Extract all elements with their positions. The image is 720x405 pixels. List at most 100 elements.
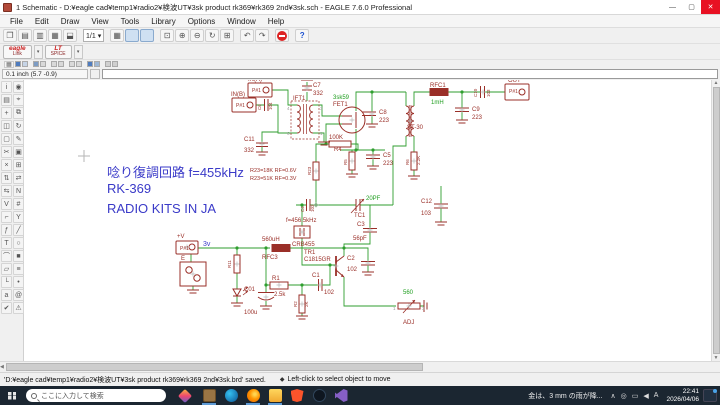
schematic-label[interactable]: C8: [379, 110, 387, 116]
schematic-label[interactable]: 唸り復調回路 f=455kHz: [107, 165, 244, 180]
schematic-label[interactable]: 103: [421, 211, 432, 217]
board-button[interactable]: ⬓: [63, 29, 77, 42]
schematic-label[interactable]: E: [181, 256, 185, 262]
save-button[interactable]: ▤: [18, 29, 32, 42]
hidden-icons-chevron[interactable]: ∧: [611, 392, 616, 400]
schematic-label[interactable]: 103: [310, 204, 315, 212]
layer-color-swatch[interactable]: [69, 61, 75, 67]
menu-options[interactable]: Options: [182, 17, 222, 26]
schematic-label[interactable]: IN(B): [231, 92, 245, 98]
schematic-label[interactable]: R2: [293, 301, 298, 307]
layer-color-swatch[interactable]: [33, 61, 39, 67]
vertical-scrollbar[interactable]: ▲ ▼: [711, 80, 720, 361]
taskbar-app-explorer[interactable]: [264, 386, 286, 405]
schematic-label[interactable]: 100u: [244, 310, 257, 316]
open-button[interactable]: ❐: [3, 29, 17, 42]
copy-tool[interactable]: ⧉: [13, 107, 24, 119]
layer-color-swatch[interactable]: [94, 61, 100, 67]
schematic-label[interactable]: P#1: [252, 88, 261, 94]
sheet-thumb-2[interactable]: [140, 29, 155, 42]
menu-file[interactable]: File: [4, 17, 29, 26]
gateswap-tool[interactable]: ⇆: [1, 185, 12, 197]
schematic-label[interactable]: 1: [393, 306, 396, 311]
miter-tool[interactable]: ⌐: [1, 211, 12, 223]
schematic-label[interactable]: 3sk59: [333, 95, 350, 101]
minimize-button[interactable]: —: [663, 0, 682, 14]
scroll-up-icon[interactable]: ▲: [714, 80, 719, 86]
eagle-link-button[interactable]: eagle Link: [3, 44, 32, 59]
schematic-label[interactable]: 2K: [304, 301, 309, 307]
schematic-label[interactable]: R23: [307, 166, 312, 175]
layer-color-swatch[interactable]: [58, 61, 64, 67]
schematic-label[interactable]: ST-30: [407, 125, 424, 131]
erc-tool[interactable]: ✔: [1, 302, 12, 314]
pinswap-tool[interactable]: ⇅: [1, 172, 12, 184]
schematic-label[interactable]: RADIO KITS IN JA: [107, 201, 216, 216]
schematic-label[interactable]: IFT1: [293, 96, 306, 102]
schematic-label[interactable]: 1mH: [431, 100, 444, 106]
print-button[interactable]: ▥: [33, 29, 47, 42]
replace-tool[interactable]: ⇄: [13, 172, 24, 184]
command-line-input[interactable]: [102, 69, 718, 79]
taskbar-clock[interactable]: 22:41 2026/04/06: [666, 388, 699, 403]
schematic-label[interactable]: ADJ: [403, 320, 414, 326]
display-tray-icon[interactable]: ▭: [632, 392, 639, 400]
schematic-label[interactable]: +V: [177, 234, 185, 240]
menu-library[interactable]: Library: [145, 17, 181, 26]
display-tool[interactable]: ▤: [1, 94, 12, 106]
menu-window[interactable]: Window: [221, 17, 261, 26]
schematic-label[interactable]: C12: [421, 199, 433, 205]
vertical-scroll-thumb[interactable]: [712, 87, 720, 354]
sheet-thumb-1[interactable]: [125, 29, 140, 42]
grid-settings-button[interactable]: ▦: [4, 60, 14, 68]
schematic-label[interactable]: 2.2K: [416, 156, 421, 165]
schematic-label[interactable]: 223: [383, 161, 394, 167]
info-tool[interactable]: i: [1, 81, 12, 93]
schematic-label[interactable]: C7: [313, 83, 321, 89]
schematic-label[interactable]: R4: [334, 147, 342, 153]
group-tool[interactable]: ▢: [1, 133, 12, 145]
taskbar-app-edge[interactable]: [220, 386, 242, 405]
cut-tool[interactable]: ✂: [1, 146, 12, 158]
schematic-label[interactable]: 560: [403, 290, 414, 296]
schematic-label[interactable]: 103: [486, 89, 491, 97]
change-tool[interactable]: ✎: [13, 133, 24, 145]
horizontal-scrollbar[interactable]: ◀: [0, 361, 720, 372]
schematic-label[interactable]: R1: [272, 276, 280, 282]
menu-view[interactable]: View: [85, 17, 114, 26]
maximize-button[interactable]: ▢: [682, 0, 701, 14]
schematic-label[interactable]: C1815GR: [304, 257, 331, 263]
layer-color-swatch[interactable]: [40, 61, 46, 67]
schematic-label[interactable]: RFC1: [430, 83, 446, 89]
schematic-label[interactable]: P#1: [236, 103, 245, 109]
layer-color-swatch[interactable]: [51, 61, 57, 67]
schematic-label[interactable]: C9: [472, 107, 480, 113]
sheet-combo[interactable]: 1/1 ▾: [83, 29, 105, 42]
volume-icon[interactable]: ◀: [643, 392, 648, 400]
tray-app-icon[interactable]: ◎: [621, 392, 627, 400]
move-tool[interactable]: +: [1, 107, 12, 119]
bus-tool[interactable]: ≡: [13, 263, 24, 275]
schematic-label[interactable]: 3: [320, 106, 323, 111]
eagle-link-button-dropdown[interactable]: ▾: [33, 44, 43, 59]
schematic-label[interactable]: R11: [227, 260, 232, 268]
schematic-label[interactable]: 4: [287, 106, 290, 111]
ltspice-button-dropdown[interactable]: ▾: [73, 44, 83, 59]
layer-color-swatch[interactable]: [105, 61, 111, 67]
attribute-tool[interactable]: @: [13, 289, 24, 301]
mirror-tool[interactable]: ◫: [1, 120, 12, 132]
close-button[interactable]: ✕: [701, 0, 720, 14]
schematic-label[interactable]: IN(A): [248, 80, 262, 83]
undo-button[interactable]: ↶: [240, 29, 255, 42]
menu-draw[interactable]: Draw: [55, 17, 86, 26]
schematic-label[interactable]: f=456.5kHz: [286, 218, 317, 224]
mark-tool[interactable]: ⌖: [13, 94, 24, 106]
layer-color-swatch[interactable]: [76, 61, 82, 67]
polygon-tool[interactable]: ▱: [1, 263, 12, 275]
circle-tool[interactable]: ○: [13, 237, 24, 249]
menu-tools[interactable]: Tools: [115, 17, 146, 26]
schematic-label[interactable]: 56pF: [353, 236, 367, 242]
schematic-label[interactable]: R6: [405, 159, 410, 165]
grid-button[interactable]: ▦: [110, 29, 125, 42]
value-tool[interactable]: V: [1, 198, 12, 210]
